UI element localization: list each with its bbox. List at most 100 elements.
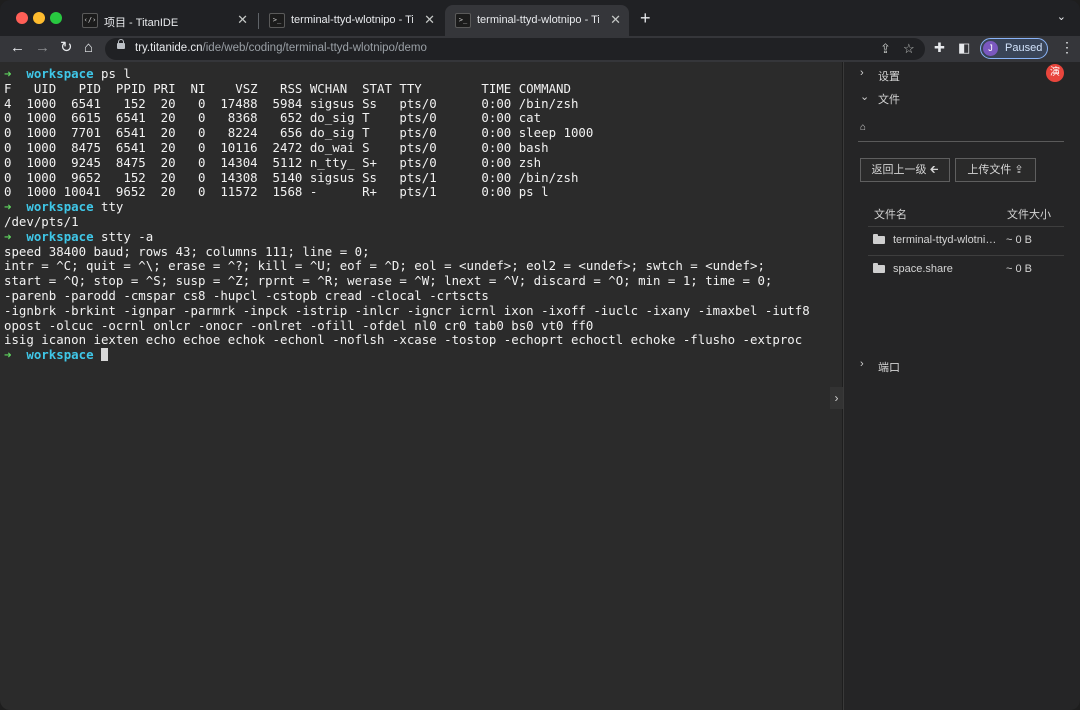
url-text[interactable]: try.titanide.cn/ide/web/coding/terminal-… [135,42,427,54]
tab-search-chevron-icon[interactable]: ⌄ [1057,10,1066,23]
go-up-button[interactable]: 返回上一级 🡰 [860,158,950,182]
terminal-text: opost -olcuc -ocrnl onlcr -onocr -onlret… [4,317,594,333]
browser-menu-icon[interactable]: ⋮ [1060,39,1074,56]
terminal-output-line: speed 38400 baud; rows 43; columns 111; … [4,243,810,260]
prompt-arrow-icon: ➜ [4,228,12,244]
section-title: 设置 [878,71,900,83]
terminal-output-line: F UID PID PPID PRI NI VSZ RSS WCHAN STAT… [4,80,810,97]
terminal-text: speed 38400 baud; rows 43; columns 111; … [4,243,370,259]
browser-tab-1[interactable]: ‹/› 项目 - TitanIDE ✕ [72,5,256,36]
tab-title: 项目 - TitanIDE [104,17,179,29]
close-tab-icon[interactable]: ✕ [237,13,248,27]
code-brackets-icon: ‹/› [82,13,98,28]
terminal-text: 0 1000 6615 6541 20 0 8368 652 do_sig T … [4,110,542,126]
url-host: try.titanide.cn [135,42,203,54]
terminal-text: 0 1000 7701 6541 20 0 8224 656 do_sig T … [4,125,594,141]
browser-toolbar: ← → ↻ ⌂ try.titanide.cn/ide/web/coding/t… [0,36,1080,62]
divider [868,226,1064,227]
prompt-command: stty -a [93,228,154,244]
tab-strip: ‹/› 项目 - TitanIDE ✕ >_ terminal-ttyd-wlo… [0,0,1080,36]
terminal-prompt-line: ➜ workspace stty -a [4,228,810,245]
terminal-output-line: 0 1000 10041 9652 20 0 11572 1568 - R+ p… [4,184,810,200]
bookmark-star-icon[interactable]: ☆ [903,41,915,57]
terminal-output-line: 0 1000 8475 6541 20 0 10116 2472 do_wai … [4,139,810,156]
extensions-puzzle-icon[interactable]: ✚ [934,40,945,56]
section-files[interactable]: ⌄ 文件 [844,86,1080,108]
terminal-output-line: opost -olcuc -ocrnl onlcr -onocr -onlret… [4,317,810,334]
folder-icon [873,234,885,244]
reload-icon[interactable]: ↻ [60,39,73,57]
section-settings[interactable]: › 设置 演 [844,63,1080,85]
minimize-window-button[interactable] [33,12,45,24]
file-size: ~ 0 B [1006,234,1032,246]
prompt-arrow-icon: ➜ [4,66,12,81]
section-ports[interactable]: › 端口 [844,354,1080,376]
prompt-arrow-icon: ➜ [4,347,12,363]
forward-arrow-icon[interactable]: → [35,39,50,57]
terminal-prompt-line: ➜ workspace ps l [4,66,810,82]
browser-tab-3-active[interactable]: >_ terminal-ttyd-wlotnipo - TitanIDE ✕ [445,5,629,36]
browser-tab-2[interactable]: >_ terminal-ttyd-wlotnipo - TitanIDE ✕ [259,5,443,36]
home-folder-icon[interactable]: ⌂ [860,122,866,133]
browser-window: ‹/› 项目 - TitanIDE ✕ >_ terminal-ttyd-wlo… [0,0,1080,710]
column-header-name: 文件名 [874,209,907,221]
chevron-down-icon: ⌄ [860,91,870,103]
chevron-right-icon: › [860,358,864,370]
close-window-button[interactable] [16,12,28,24]
prompt-cwd: workspace [26,347,94,363]
new-tab-icon[interactable]: + [640,8,651,28]
tab-title: terminal-ttyd-wlotnipo - TitanIDE [291,14,413,26]
lock-icon [117,39,125,49]
section-title: 文件 [878,94,900,106]
profile-status: Paused [1005,42,1043,54]
column-header-size: 文件大小 [1007,209,1051,221]
terminal-text: start = ^Q; stop = ^S; susp = ^Z; rprnt … [4,273,773,289]
presentation-badge[interactable]: 演 [1046,64,1064,82]
avatar: J [983,41,998,56]
terminal-output-line: 4 1000 6541 152 20 0 17488 5984 sigsus S… [4,95,810,112]
address-bar[interactable]: try.titanide.cn/ide/web/coding/terminal-… [105,38,925,60]
terminal-text: -ignbrk -brkint -ignpar -parmrk -inpck -… [4,302,810,318]
tab-title: terminal-ttyd-wlotnipo - TitanIDE [477,14,599,26]
terminal-output-line: intr = ^C; quit = ^\; erase = ^?; kill =… [4,258,810,274]
terminal-output-line: /dev/pts/1 [4,213,810,230]
section-title: 端口 [878,362,900,374]
terminal-text: 0 1000 10041 9652 20 0 11572 1568 - R+ p… [4,184,549,200]
terminal-text: isig icanon iexten echo echoe echok -ech… [4,332,803,348]
terminal-prompt-line: ➜ workspace tty [4,199,810,215]
close-tab-icon[interactable]: ✕ [610,13,621,27]
prompt-command: ps l [93,66,131,81]
chevron-right-icon: › [860,67,864,79]
upload-file-button[interactable]: 上传文件 ⇪ [955,158,1036,182]
terminal-cursor [101,348,108,362]
terminal-pane[interactable]: ➜ workspace ps lF UID PID PPID PRI NI VS… [0,62,842,710]
terminal-output-line: isig icanon iexten echo echoe echok -ech… [4,332,810,348]
terminal-output-line: 0 1000 9652 152 20 0 14308 5140 sigsus S… [4,170,810,186]
terminal-text: /dev/pts/1 [4,213,79,229]
prompt-cwd: workspace [26,66,94,81]
terminal-text: 0 1000 8475 6541 20 0 10116 2472 do_wai … [4,139,549,155]
terminal-prompt-line: ➜ workspace [4,347,810,363]
terminal-text: intr = ^C; quit = ^\; erase = ^?; kill =… [4,258,765,274]
close-tab-icon[interactable]: ✕ [424,13,435,27]
file-row[interactable]: space.share ~ 0 B [872,260,1068,282]
profile-button[interactable]: J Paused [980,38,1048,59]
prompt-cwd: workspace [26,228,94,244]
terminal-text: 4 1000 6541 152 20 0 17488 5984 sigsus S… [4,95,579,111]
side-panel-icon[interactable]: ◧ [958,40,970,56]
file-row[interactable]: terminal-ttyd-wlotnipo ~ 0 B [872,231,1068,253]
terminal-icon: >_ [269,13,285,28]
share-icon[interactable]: ⇪ [880,41,891,57]
back-arrow-icon[interactable]: ← [10,39,25,57]
terminal-icon: >_ [455,13,471,28]
terminal-text: -parenb -parodd -cmspar cs8 -hupcl -csto… [4,287,489,303]
terminal-output[interactable]: ➜ workspace ps lF UID PID PPID PRI NI VS… [4,66,810,363]
terminal-text: F UID PID PPID PRI NI VSZ RSS WCHAN STAT… [4,80,571,96]
prompt-command: tty [93,199,124,215]
home-icon[interactable]: ⌂ [84,39,93,57]
panel-toggle-chevron-icon[interactable]: › [830,387,843,409]
terminal-output-line: -ignbrk -brkint -ignpar -parmrk -inpck -… [4,302,810,319]
maximize-window-button[interactable] [50,12,62,24]
url-path: /ide/web/coding/terminal-ttyd-wlotnipo/d… [202,42,427,54]
divider [868,255,1064,256]
